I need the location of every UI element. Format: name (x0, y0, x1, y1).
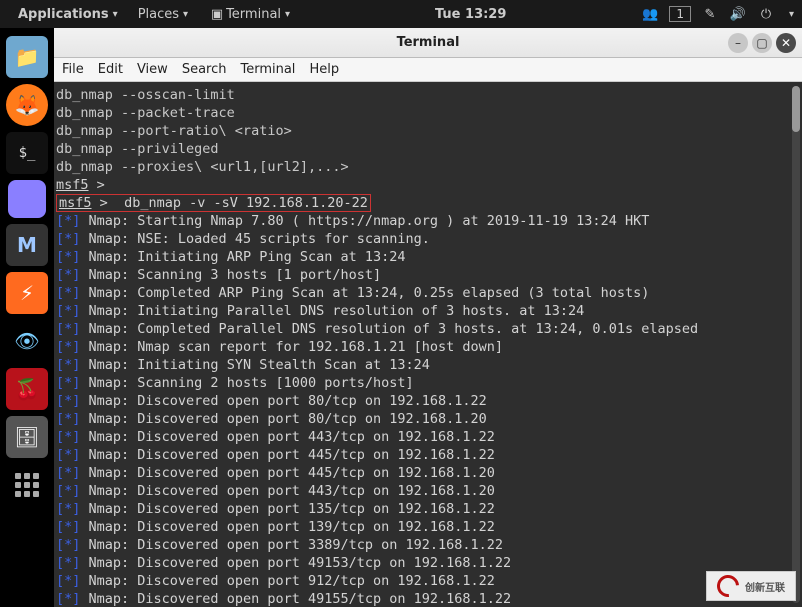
maximize-button[interactable]: ▢ (752, 33, 772, 53)
output-line: [*] Nmap: Initiating SYN Stealth Scan at… (56, 356, 800, 374)
terminal-title: Terminal (397, 35, 460, 50)
files-icon[interactable]: 📁 (6, 36, 48, 78)
output-line: [*] Nmap: Discovered open port 49155/tcp… (56, 590, 800, 607)
terminal-icon[interactable]: $_ (6, 132, 48, 174)
menu-view[interactable]: View (137, 62, 168, 77)
terminal-window: Terminal – ▢ ✕ File Edit View Search Ter… (54, 28, 802, 607)
scrollbar[interactable] (792, 86, 800, 603)
output-line: [*] Nmap: Nmap scan report for 192.168.1… (56, 338, 800, 356)
applications-label: Applications (18, 7, 109, 22)
output-line: [*] Nmap: Discovered open port 912/tcp o… (56, 572, 800, 590)
volume-icon[interactable]: 🔊 (729, 5, 747, 23)
watermark-text: 创新互联 (745, 579, 785, 594)
active-app-label: Terminal (226, 7, 281, 22)
output-line: [*] Nmap: Discovered open port 139/tcp o… (56, 518, 800, 536)
window-controls: – ▢ ✕ (728, 33, 796, 53)
output-line: [*] Nmap: Initiating Parallel DNS resolu… (56, 302, 800, 320)
menu-help[interactable]: Help (309, 62, 339, 77)
chevron-down-icon: ▾ (183, 9, 188, 20)
text-editor-icon[interactable] (8, 180, 46, 218)
terminal-titlebar[interactable]: Terminal – ▢ ✕ (54, 28, 802, 58)
completion-line: db_nmap --port-ratio\ <ratio> (56, 122, 800, 140)
menu-edit[interactable]: Edit (98, 62, 123, 77)
db-browser-icon[interactable]: 🗄 (6, 416, 48, 458)
places-menu[interactable]: Places ▾ (128, 0, 198, 28)
output-line: [*] Nmap: Discovered open port 443/tcp o… (56, 428, 800, 446)
dock: 📁 🦊 $_ M ⚡ 👁 🍒 🗄 (0, 28, 54, 607)
output-line: [*] Nmap: Scanning 2 hosts [1000 ports/h… (56, 374, 800, 392)
output-line: [*] Nmap: Discovered open port 80/tcp on… (56, 392, 800, 410)
highlighted-command-line: msf5 > db_nmap -v -sV 192.168.1.20-22 (56, 194, 800, 212)
top-panel: Applications ▾ Places ▾ ▣ Terminal ▾ Tue… (0, 0, 802, 28)
output-line: [*] Nmap: Discovered open port 445/tcp o… (56, 464, 800, 482)
burp-icon[interactable]: ⚡ (6, 272, 48, 314)
output-line: [*] Nmap: Discovered open port 443/tcp o… (56, 482, 800, 500)
menu-file[interactable]: File (62, 62, 84, 77)
output-line: [*] Nmap: Discovered open port 3389/tcp … (56, 536, 800, 554)
prompt-line: msf5 > (56, 176, 800, 194)
chevron-down-icon: ▾ (285, 9, 290, 20)
system-tray: 👥 1 ✎ 🔊 ⏻ ▾ (641, 5, 794, 23)
menu-terminal[interactable]: Terminal (240, 62, 295, 77)
power-icon[interactable]: ⏻ (757, 5, 775, 23)
output-line: [*] Nmap: NSE: Loaded 45 scripts for sca… (56, 230, 800, 248)
terminal-body[interactable]: db_nmap --osscan-limit db_nmap --packet-… (54, 82, 802, 607)
clock[interactable]: Tue 13:29 (300, 7, 641, 22)
output-line: [*] Nmap: Discovered open port 135/tcp o… (56, 500, 800, 518)
output-line: [*] Nmap: Discovered open port 80/tcp on… (56, 410, 800, 428)
minimize-button[interactable]: – (728, 33, 748, 53)
active-app-menu[interactable]: ▣ Terminal ▾ (198, 0, 300, 28)
output-line: [*] Nmap: Discovered open port 49153/tcp… (56, 554, 800, 572)
output-line: [*] Nmap: Starting Nmap 7.80 ( https://n… (56, 212, 800, 230)
watermark-logo: 创新互联 (706, 571, 796, 601)
workspace-indicator[interactable]: 1 (669, 6, 691, 22)
scrollbar-thumb[interactable] (792, 86, 800, 132)
metasploit-icon[interactable]: M (6, 224, 48, 266)
users-icon[interactable]: 👥 (641, 5, 659, 23)
completion-line: db_nmap --osscan-limit (56, 86, 800, 104)
chevron-down-icon: ▾ (113, 9, 118, 20)
output-line: [*] Nmap: Scanning 3 hosts [1 port/host] (56, 266, 800, 284)
output-line: [*] Nmap: Completed Parallel DNS resolut… (56, 320, 800, 338)
completion-line: db_nmap --proxies\ <url1,[url2],...> (56, 158, 800, 176)
places-label: Places (138, 7, 179, 22)
output-line: [*] Nmap: Discovered open port 445/tcp o… (56, 446, 800, 464)
cherrytree-icon[interactable]: 🍒 (6, 368, 48, 410)
chevron-down-icon: ▾ (789, 9, 794, 20)
firefox-icon[interactable]: 🦊 (6, 84, 48, 126)
applications-menu[interactable]: Applications ▾ (8, 0, 128, 28)
output-line: [*] Nmap: Completed ARP Ping Scan at 13:… (56, 284, 800, 302)
close-button[interactable]: ✕ (776, 33, 796, 53)
maltego-icon[interactable]: 👁 (6, 320, 48, 362)
terminal-small-icon: ▣ (208, 5, 226, 23)
record-icon[interactable]: ✎ (701, 5, 719, 23)
output-line: [*] Nmap: Initiating ARP Ping Scan at 13… (56, 248, 800, 266)
completion-line: db_nmap --privileged (56, 140, 800, 158)
completion-line: db_nmap --packet-trace (56, 104, 800, 122)
show-apps-icon[interactable] (6, 464, 48, 506)
menu-search[interactable]: Search (182, 62, 227, 77)
watermark-icon (713, 571, 744, 602)
terminal-menubar: File Edit View Search Terminal Help (54, 58, 802, 82)
